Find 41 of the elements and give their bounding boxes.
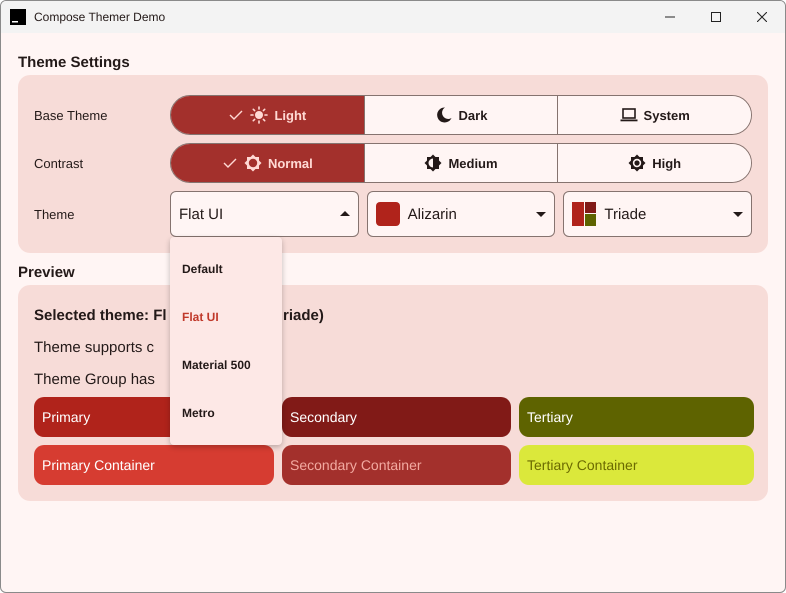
brightness-icon [244, 154, 262, 172]
sun-icon [250, 106, 268, 124]
setting-label: Contrast [34, 156, 84, 170]
segmented-option[interactable]: Normal [171, 144, 364, 182]
color-swatch-icon [572, 202, 596, 226]
color-chip: Secondary Container [282, 445, 511, 485]
theme-dropdown[interactable]: Alizarin [366, 191, 556, 237]
theme-dropdown[interactable]: Flat UI [170, 191, 359, 237]
segmented-option[interactable]: Light [171, 96, 364, 134]
laptop-icon [620, 106, 638, 124]
moon-icon [434, 106, 453, 124]
window-title: Compose Themer Demo [34, 10, 166, 24]
brightness-icon [628, 154, 646, 172]
theme-dropdown[interactable]: Triade [563, 191, 752, 237]
color-swatch-icon [376, 202, 400, 226]
color-chip: Tertiary [519, 397, 754, 437]
segmented-option[interactable]: Dark [364, 96, 558, 134]
segmented-option[interactable]: High [557, 144, 751, 182]
segmented-option[interactable]: Medium [364, 144, 558, 182]
caret-icon [340, 209, 350, 219]
caret-icon [733, 209, 744, 219]
color-chip: Primary Container [34, 445, 274, 485]
section-title: Preview [18, 263, 75, 283]
setting-label: Base Theme [34, 108, 108, 122]
section-title: Theme Settings [18, 53, 130, 73]
caret-icon [536, 209, 546, 219]
preview-text: Theme supports c [34, 338, 156, 356]
preview-text: Selected theme: Fl [34, 306, 168, 324]
preview-text: Theme Group has [34, 370, 156, 388]
menu-item[interactable]: Default [170, 245, 282, 293]
menu-item[interactable]: Flat UI [170, 293, 282, 341]
close-icon [757, 12, 767, 22]
menu-item[interactable]: Material 500 [170, 341, 282, 389]
contrast-icon [424, 154, 442, 172]
maximize-icon [711, 12, 721, 22]
color-chip: Secondary [282, 397, 511, 437]
preview-text: riade) [283, 306, 324, 324]
color-chip: Tertiary Container [519, 445, 754, 485]
setting-label: Theme [34, 206, 76, 222]
app-logo-icon [10, 9, 26, 25]
segmented-option[interactable]: System [557, 96, 751, 134]
